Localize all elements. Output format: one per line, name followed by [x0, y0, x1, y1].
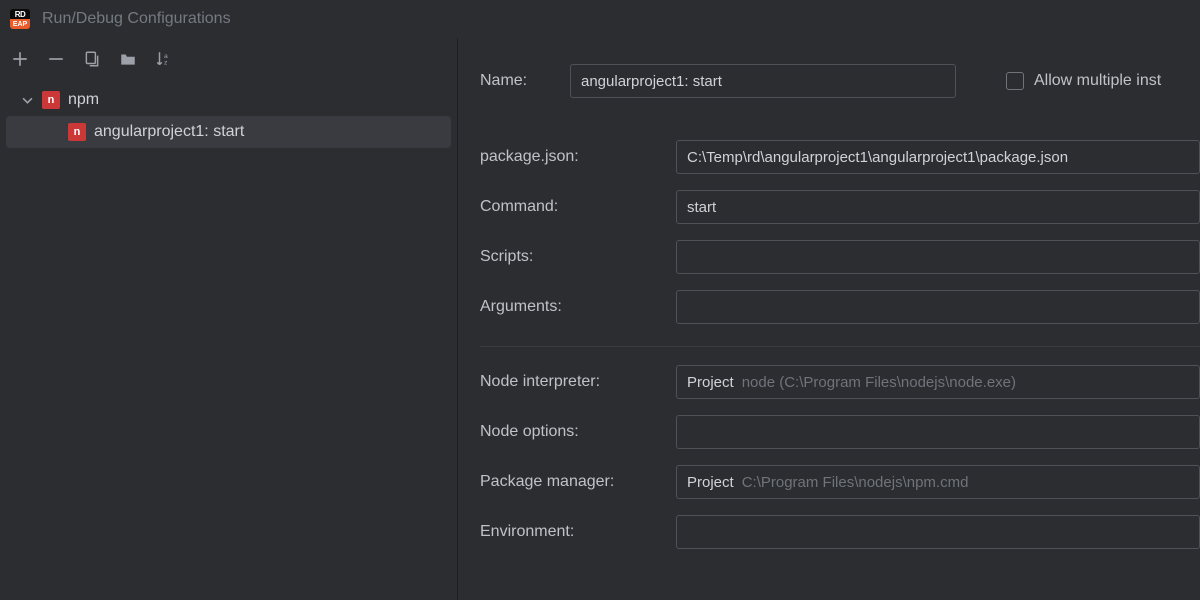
- allow-multiple-checkbox[interactable]: [1006, 72, 1024, 90]
- config-sidebar: az n npm n angularproject1: start: [0, 38, 458, 600]
- environment-label: Environment:: [480, 523, 676, 541]
- sort-az-icon: az: [155, 50, 173, 68]
- arguments-input[interactable]: [676, 290, 1200, 324]
- tree-item-label: angularproject1: start: [94, 123, 244, 141]
- arguments-label: Arguments:: [480, 298, 676, 316]
- node-interpreter-hint: node (C:\Program Files\nodejs\node.exe): [742, 374, 1016, 391]
- sort-button[interactable]: az: [148, 43, 180, 75]
- svg-text:z: z: [164, 60, 168, 67]
- package-manager-hint: C:\Program Files\nodejs\npm.cmd: [742, 474, 969, 491]
- node-options-label: Node options:: [480, 423, 676, 441]
- tree-item-angular-start[interactable]: n angularproject1: start: [6, 116, 451, 148]
- environment-input[interactable]: [676, 515, 1200, 549]
- package-json-input[interactable]: C:\Temp\rd\angularproject1\angularprojec…: [676, 140, 1200, 174]
- config-tree: n npm n angularproject1: start: [0, 80, 457, 152]
- sidebar-toolbar: az: [0, 38, 457, 80]
- command-select[interactable]: start: [676, 190, 1200, 224]
- node-interpreter-select[interactable]: Project node (C:\Program Files\nodejs\no…: [676, 365, 1200, 399]
- allow-multiple-label: Allow multiple inst: [1034, 72, 1161, 90]
- command-label: Command:: [480, 198, 676, 216]
- tree-group-label: npm: [68, 91, 99, 109]
- window-title: Run/Debug Configurations: [42, 10, 231, 28]
- npm-icon: n: [68, 123, 86, 141]
- app-logo-icon: RD EAP: [10, 9, 30, 29]
- npm-icon: n: [42, 91, 60, 109]
- node-options-input[interactable]: [676, 415, 1200, 449]
- remove-config-button[interactable]: [40, 43, 72, 75]
- minus-icon: [47, 50, 65, 68]
- package-json-label: package.json:: [480, 148, 676, 166]
- scripts-select[interactable]: [676, 240, 1200, 274]
- tree-group-npm[interactable]: n npm: [6, 84, 451, 116]
- chevron-down-icon: [20, 93, 34, 107]
- name-label: Name:: [480, 72, 570, 90]
- package-manager-prefix: Project: [687, 474, 734, 491]
- copy-icon: [83, 50, 101, 68]
- copy-config-button[interactable]: [76, 43, 108, 75]
- node-interpreter-label: Node interpreter:: [480, 373, 676, 391]
- package-manager-select[interactable]: Project C:\Program Files\nodejs\npm.cmd: [676, 465, 1200, 499]
- section-divider: [480, 346, 1200, 347]
- titlebar: RD EAP Run/Debug Configurations: [0, 0, 1200, 38]
- add-config-button[interactable]: [4, 43, 36, 75]
- scripts-label: Scripts:: [480, 248, 676, 266]
- name-input[interactable]: angularproject1: start: [570, 64, 956, 98]
- save-template-button[interactable]: [112, 43, 144, 75]
- node-interpreter-prefix: Project: [687, 374, 734, 391]
- package-manager-label: Package manager:: [480, 473, 676, 491]
- config-form: Name: angularproject1: start Allow multi…: [458, 38, 1200, 600]
- folder-icon: [119, 50, 137, 68]
- plus-icon: [11, 50, 29, 68]
